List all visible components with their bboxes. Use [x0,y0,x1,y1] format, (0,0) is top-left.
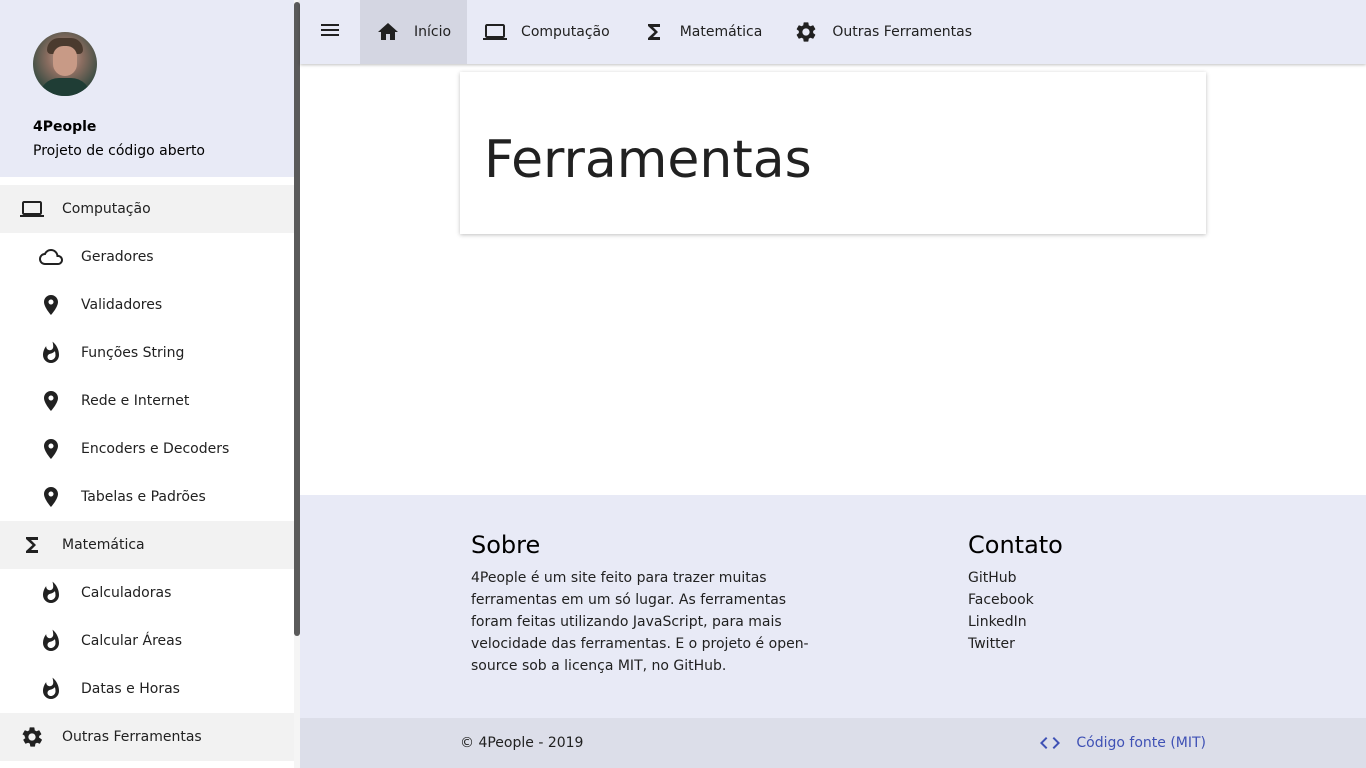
place-icon [39,293,63,317]
sidebar-group-outras-ferramentas[interactable]: Outras Ferramentas [0,713,294,761]
sidebar-item-label: Calcular Áreas [81,633,183,649]
fire-icon [39,581,63,605]
title-card: Ferramentas [460,72,1206,234]
menu-icon [318,18,342,46]
sidebar-item-label: Validadores [81,297,163,313]
sidebar-group-label: Matemática [62,537,145,553]
footer-contact: Contato GitHub Facebook LinkedIn Twitter [968,529,1168,655]
code-icon [1038,732,1062,754]
tab-outras-ferramentas[interactable]: Outras Ferramentas [778,0,988,64]
sidebar-item-label: Funções String [81,345,185,361]
footer-about: Sobre 4People é um site feito para traze… [471,529,831,677]
sidebar: 4People Projeto de código aberto Computa… [0,0,300,768]
tab-label: Início [414,24,452,40]
sidebar-item-rede-internet[interactable]: Rede e Internet [0,377,294,425]
top-app-bar: Início Computação Matemática Outras Ferr… [300,0,1366,64]
sidebar-item-validadores[interactable]: Validadores [0,281,294,329]
sidebar-item-label: Geradores [81,249,154,265]
sidebar-group-computacao[interactable]: Computação [0,185,294,233]
cloud-icon [39,245,63,269]
avatar [33,32,97,96]
sigma-icon [20,533,44,557]
footer-about-title: Sobre [471,531,541,559]
sidebar-item-funcoes-string[interactable]: Funções String [0,329,294,377]
sidebar-item-tabelas-padroes[interactable]: Tabelas e Padrões [0,473,294,521]
tab-label: Matemática [679,24,763,40]
sidebar-item-calculadoras[interactable]: Calculadoras [0,569,294,617]
sidebar-item-datas-horas[interactable]: Datas e Horas [0,665,294,713]
tab-label: Computação [521,24,610,40]
brand-name: 4People [33,119,97,135]
fire-icon [39,629,63,653]
source-code-link[interactable]: Código fonte (MIT) [1038,732,1206,754]
footer-contact-title: Contato [968,531,1063,559]
sidebar-item-calcular-areas[interactable]: Calcular Áreas [0,617,294,665]
contact-link-linkedin[interactable]: LinkedIn [968,611,1168,633]
place-icon [39,437,63,461]
sidebar-item-label: Tabelas e Padrões [81,489,206,505]
brand-tagline: Projeto de código aberto [33,143,205,159]
tab-computacao[interactable]: Computação [467,0,626,64]
sidebar-item-geradores[interactable]: Geradores [0,233,294,281]
tab-inicio[interactable]: Início [360,0,468,64]
home-icon [376,20,400,44]
sidebar-item-label: Calculadoras [81,585,172,601]
laptop-icon [483,20,508,44]
tab-matematica[interactable]: Matemática [626,0,779,64]
sidebar-item-encoders-decoders[interactable]: Encoders e Decoders [0,425,294,473]
copyright-text: © 4People - 2019 [460,735,584,751]
sigma-icon [642,20,666,44]
sidebar-item-label: Datas e Horas [81,681,180,697]
sidebar-nav: Computação Geradores Validadores Funções… [0,185,294,761]
sidebar-group-label: Outras Ferramentas [62,729,202,745]
fire-icon [39,677,63,701]
footer-contact-links: GitHub Facebook LinkedIn Twitter [968,567,1168,655]
footer-bottom-bar: © 4People - 2019 Código fonte (MIT) [300,718,1366,768]
laptop-icon [20,197,44,221]
gear-icon [20,725,44,749]
contact-link-facebook[interactable]: Facebook [968,589,1168,611]
footer: Sobre 4People é um site feito para traze… [300,495,1366,718]
sidebar-group-label: Computação [62,201,151,217]
footer-about-text: 4People é um site feito para trazer muit… [471,570,809,674]
gear-icon [794,20,818,44]
page-title: Ferramentas [484,130,812,190]
place-icon [39,389,63,413]
place-icon [39,485,63,509]
contact-link-twitter[interactable]: Twitter [968,633,1168,655]
sidebar-group-matematica[interactable]: Matemática [0,521,294,569]
tab-label: Outras Ferramentas [832,24,973,40]
menu-button[interactable] [300,0,360,64]
sidebar-item-label: Encoders e Decoders [81,441,230,457]
source-code-label: Código fonte (MIT) [1076,735,1206,751]
sidebar-item-label: Rede e Internet [81,393,190,409]
contact-link-github[interactable]: GitHub [968,567,1168,589]
sidebar-header: 4People Projeto de código aberto [0,0,300,177]
fire-icon [39,341,63,365]
